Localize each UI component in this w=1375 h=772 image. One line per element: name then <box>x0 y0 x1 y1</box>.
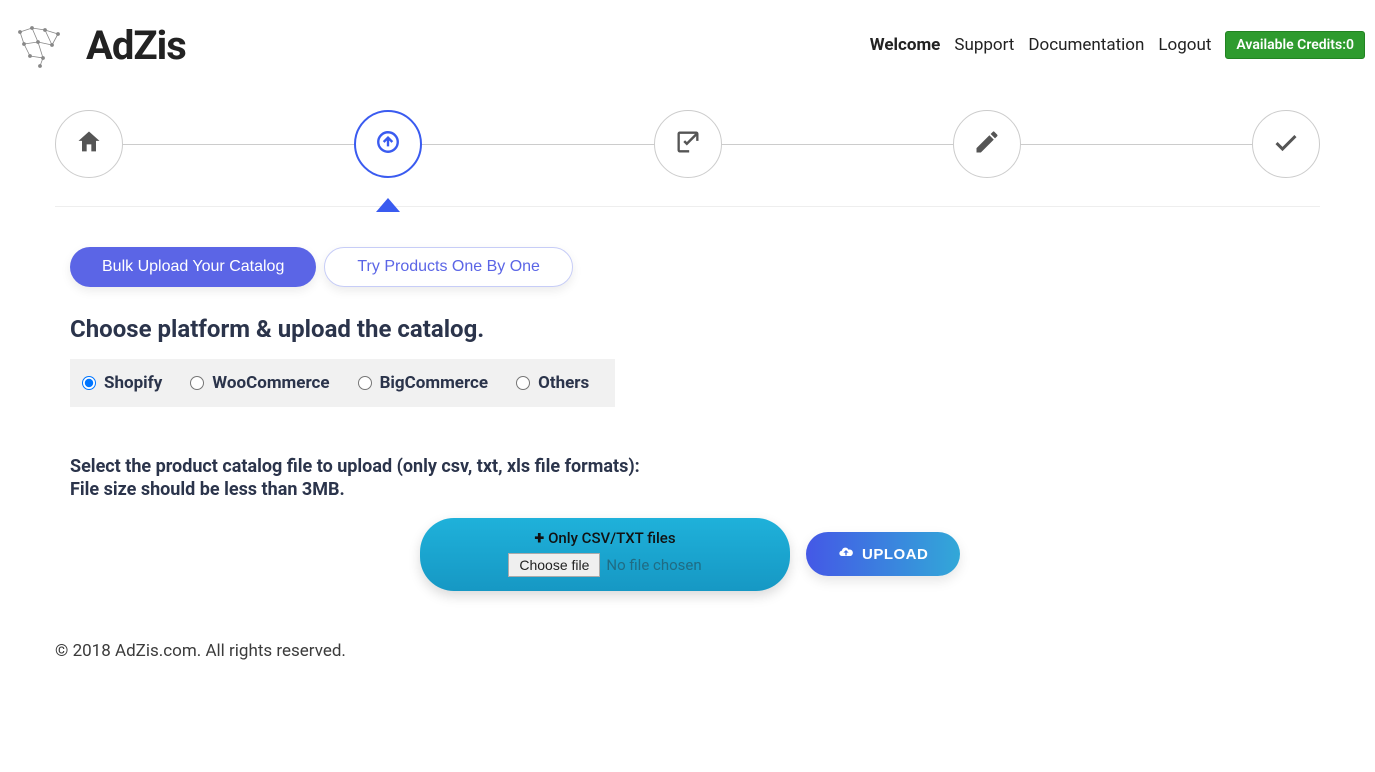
platform-label: Shopify <box>104 373 162 393</box>
step-upload[interactable] <box>354 110 422 178</box>
brain-icon <box>10 20 70 70</box>
platform-shopify[interactable]: Shopify <box>82 373 162 393</box>
tab-single-product[interactable]: Try Products One By One <box>324 247 573 287</box>
check-square-icon <box>674 128 702 160</box>
mode-tabs: Bulk Upload Your Catalog Try Products On… <box>70 247 1305 287</box>
main-content: Bulk Upload Your Catalog Try Products On… <box>0 207 1375 591</box>
upload-row: + Only CSV/TXT files Choose file No file… <box>420 518 1305 591</box>
radio-bigcommerce[interactable] <box>358 376 372 390</box>
platform-heading: Choose platform & upload the catalog. <box>70 315 1305 343</box>
upload-instruction: Select the product catalog file to uploa… <box>70 455 1305 502</box>
radio-others[interactable] <box>516 376 530 390</box>
step-done[interactable] <box>1252 110 1320 178</box>
credits-badge[interactable]: Available Credits:0 <box>1225 31 1365 59</box>
instruction-line-1: Select the product catalog file to uploa… <box>70 455 1305 478</box>
active-step-pointer <box>376 198 400 212</box>
upload-button[interactable]: UPLOAD <box>806 532 960 576</box>
upload-button-label: UPLOAD <box>862 546 928 563</box>
platform-label: BigCommerce <box>380 373 489 393</box>
radio-shopify[interactable] <box>82 376 96 390</box>
tab-bulk-upload[interactable]: Bulk Upload Your Catalog <box>70 247 316 287</box>
nav-welcome: Welcome <box>870 35 941 55</box>
step-edit[interactable] <box>953 110 1021 178</box>
step-approve[interactable] <box>654 110 722 178</box>
platform-woocommerce[interactable]: WooCommerce <box>190 373 329 393</box>
choose-file-button[interactable]: Choose file <box>508 553 600 577</box>
instruction-line-2: File size should be less than 3MB. <box>70 478 1305 501</box>
platform-label: WooCommerce <box>212 373 329 393</box>
file-status: No file chosen <box>606 556 701 574</box>
logo-area: AdZis <box>10 20 186 70</box>
step-home[interactable] <box>55 110 123 178</box>
stepper <box>0 110 1375 178</box>
footer: © 2018 AdZis.com. All rights reserved. <box>0 591 1375 681</box>
upload-circle-icon <box>375 129 401 159</box>
check-icon <box>1272 128 1300 160</box>
platform-others[interactable]: Others <box>516 373 589 393</box>
file-hint: Only CSV/TXT files <box>548 529 675 547</box>
nav-support[interactable]: Support <box>954 35 1014 55</box>
radio-woocommerce[interactable] <box>190 376 204 390</box>
platform-label: Others <box>538 373 589 393</box>
header: AdZis Welcome Support Documentation Logo… <box>0 0 1375 70</box>
nav-documentation[interactable]: Documentation <box>1028 35 1144 55</box>
file-picker-box[interactable]: + Only CSV/TXT files Choose file No file… <box>420 518 790 591</box>
plus-icon: + <box>534 528 544 549</box>
home-icon <box>75 128 103 160</box>
cloud-upload-icon <box>838 544 854 564</box>
platform-bigcommerce[interactable]: BigCommerce <box>358 373 489 393</box>
nav-logout[interactable]: Logout <box>1158 35 1211 55</box>
pencil-icon <box>973 128 1001 160</box>
platform-options: Shopify WooCommerce BigCommerce Others <box>70 359 615 407</box>
brand-title: AdZis <box>86 22 186 69</box>
top-nav: Welcome Support Documentation Logout Ava… <box>870 31 1365 59</box>
